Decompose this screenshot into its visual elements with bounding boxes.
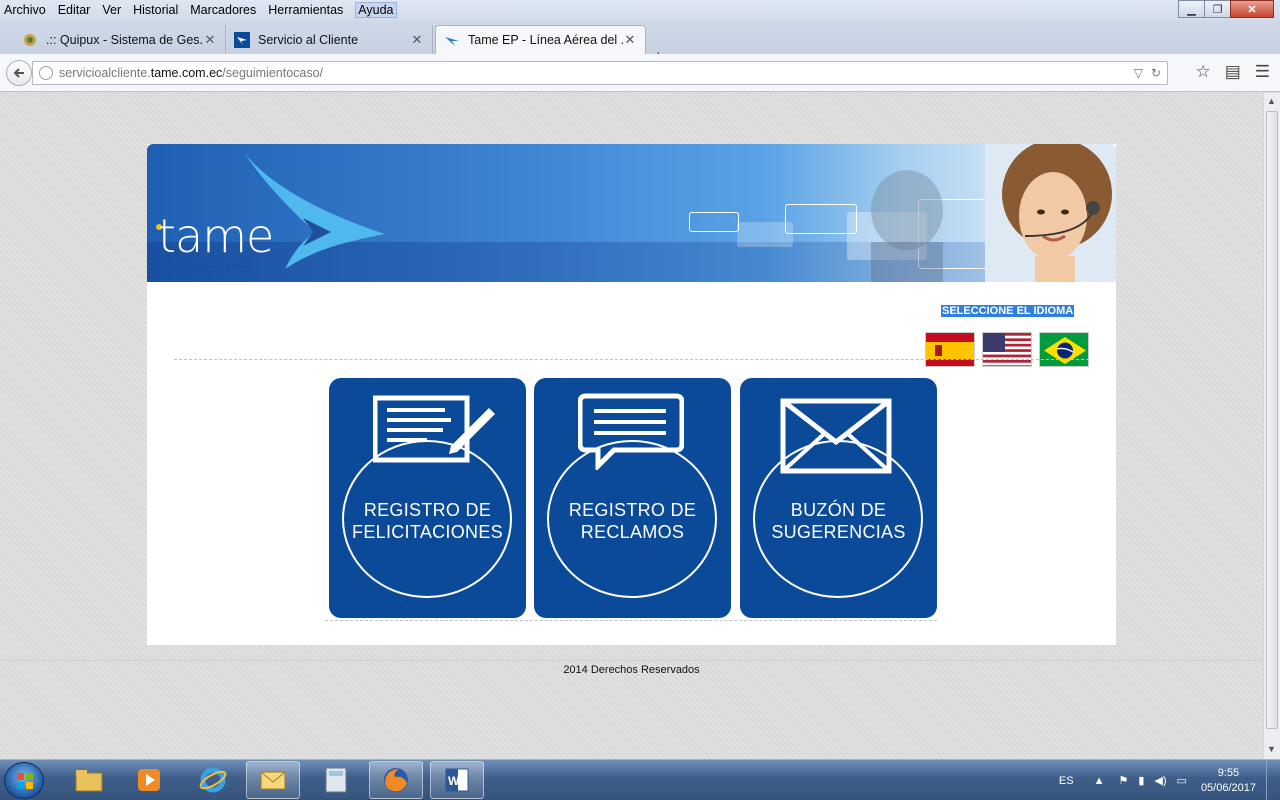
calculator-taskbar-button[interactable] bbox=[309, 761, 363, 799]
clock[interactable]: 9:55 05/06/2017 bbox=[1191, 766, 1266, 796]
tab-servicio[interactable]: Servicio al Cliente ✕ bbox=[226, 25, 433, 54]
volume-icon[interactable]: ◀) bbox=[1154, 774, 1166, 787]
logo-wordmark: tame bbox=[158, 209, 274, 263]
globe-icon bbox=[39, 66, 53, 80]
page-viewport: tame VUELA ECUADOR SELECCIONE EL IDIOMA bbox=[0, 93, 1263, 759]
tame-logo[interactable]: tame VUELA ECUADOR bbox=[155, 154, 395, 274]
firefox-taskbar-button[interactable] bbox=[369, 761, 423, 799]
scroll-up-icon[interactable]: ▲ bbox=[1267, 96, 1276, 106]
hamburger-menu-icon[interactable]: ☰ bbox=[1255, 62, 1270, 82]
content-card: tame VUELA ECUADOR SELECCIONE EL IDIOMA bbox=[147, 144, 1116, 645]
sugerencias-button[interactable]: BUZÓN DE SUGERENCIAS bbox=[740, 378, 937, 618]
menu-editar[interactable]: Editar bbox=[58, 3, 91, 17]
tile-label: REGISTRO DE FELICITACIONES bbox=[352, 500, 503, 542]
outlook-taskbar-button[interactable] bbox=[246, 761, 300, 799]
svg-text:W: W bbox=[448, 774, 460, 788]
url-subdomain: servicioalcliente. bbox=[59, 66, 151, 80]
menu-marcadores[interactable]: Marcadores bbox=[190, 3, 256, 17]
minimize-button[interactable]: ▁ bbox=[1178, 0, 1205, 18]
windows-logo-icon bbox=[17, 773, 33, 789]
felicitaciones-button[interactable]: REGISTRO DE FELICITACIONES bbox=[329, 378, 526, 618]
clock-date: 05/06/2017 bbox=[1200, 781, 1256, 794]
footer-divider bbox=[0, 660, 1263, 661]
ecuador-emblem-icon bbox=[22, 32, 38, 48]
tile-label: BUZÓN DE SUGERENCIAS bbox=[771, 500, 906, 542]
power-icon[interactable]: ▭ bbox=[1177, 774, 1187, 787]
close-window-button[interactable]: ✕ bbox=[1230, 0, 1274, 18]
header-banner: tame VUELA ECUADOR bbox=[147, 144, 1116, 282]
language-prompt: SELECCIONE EL IDIOMA bbox=[941, 305, 1075, 317]
keyboard-language[interactable]: ES bbox=[1059, 775, 1074, 787]
tab-tame-ep[interactable]: Tame EP - Línea Aérea del ... ✕ bbox=[435, 25, 646, 54]
scrollbar-thumb[interactable] bbox=[1266, 111, 1278, 729]
tame-bird-icon bbox=[444, 32, 460, 48]
logo-tagline: VUELA ECUADOR bbox=[165, 260, 255, 271]
divider bbox=[174, 359, 1089, 360]
address-bar[interactable]: servicioalcliente. tame.com.ec/seguimient… bbox=[32, 61, 1168, 85]
menu-historial[interactable]: Historial bbox=[133, 3, 178, 17]
agent-photo-background bbox=[871, 170, 943, 282]
taskbar: W ES ▲ ⚑ ▮ ◀) ▭ 9:55 05/06/2017 bbox=[0, 759, 1280, 800]
menu-archivo[interactable]: Archivo bbox=[4, 3, 46, 17]
brazil-flag-icon[interactable] bbox=[1039, 332, 1089, 367]
start-button[interactable] bbox=[4, 762, 44, 799]
url-path: /seguimientocaso/ bbox=[222, 66, 324, 80]
file-explorer-taskbar-button[interactable] bbox=[62, 761, 116, 799]
clock-time: 9:55 bbox=[1217, 766, 1240, 779]
media-player-icon bbox=[138, 769, 160, 791]
media-player-taskbar-button[interactable] bbox=[122, 761, 176, 799]
back-arrow-icon bbox=[13, 68, 24, 78]
tile-label: REGISTRO DE RECLAMOS bbox=[568, 500, 697, 542]
tame-favicon-icon bbox=[234, 31, 250, 48]
url-host: tame.com.ec bbox=[150, 66, 223, 80]
envelope-icon bbox=[780, 398, 892, 474]
tab-title: Tame EP - Línea Aérea del ... bbox=[468, 33, 623, 47]
show-desktop-button[interactable] bbox=[1266, 760, 1280, 800]
vertical-scrollbar[interactable]: ▲ ▼ bbox=[1263, 93, 1280, 759]
internet-explorer-taskbar-button[interactable] bbox=[186, 761, 240, 799]
menu-ayuda[interactable]: Ayuda bbox=[355, 2, 397, 18]
spain-flag-icon[interactable] bbox=[925, 332, 975, 367]
tab-strip: .:: Quipux - Sistema de Ges... ✕ Servici… bbox=[0, 20, 1280, 67]
navigation-bar: servicioalcliente. tame.com.ec/seguimient… bbox=[0, 54, 1280, 92]
firefox-icon bbox=[384, 768, 408, 792]
usa-flag-icon[interactable] bbox=[982, 332, 1032, 367]
folder-icon bbox=[75, 770, 103, 792]
dropdown-arrow-icon[interactable]: ▽ bbox=[1134, 66, 1143, 80]
system-tray: ES ▲ ⚑ ▮ ◀) ▭ 9:55 05/06/2017 bbox=[1059, 760, 1280, 800]
tab-title: .:: Quipux - Sistema de Ges... bbox=[46, 32, 203, 47]
network-icon[interactable]: ▮ bbox=[1138, 774, 1144, 787]
back-button[interactable] bbox=[6, 60, 32, 86]
internet-explorer-icon bbox=[199, 767, 227, 793]
show-hidden-icons-icon[interactable]: ▲ bbox=[1094, 775, 1105, 787]
close-tab-icon[interactable]: ✕ bbox=[203, 32, 217, 48]
speech-bubble-icon bbox=[578, 393, 684, 470]
close-tab-icon[interactable]: ✕ bbox=[623, 32, 637, 48]
scroll-down-icon[interactable]: ▼ bbox=[1267, 744, 1276, 754]
agent-photo bbox=[985, 144, 1116, 282]
close-tab-icon[interactable]: ✕ bbox=[410, 32, 424, 48]
reclamos-button[interactable]: REGISTRO DE RECLAMOS bbox=[534, 378, 731, 618]
word-icon: W bbox=[445, 768, 469, 792]
divider bbox=[325, 620, 937, 621]
menu-herramientas[interactable]: Herramientas bbox=[268, 3, 343, 17]
action-center-icon[interactable]: ⚑ bbox=[1118, 774, 1128, 787]
tab-title: Servicio al Cliente bbox=[258, 32, 359, 47]
restore-button[interactable]: ❐ bbox=[1204, 0, 1231, 18]
reload-icon[interactable]: ↻ bbox=[1151, 66, 1161, 80]
bookmarks-menu-icon[interactable]: ▤ bbox=[1225, 62, 1241, 82]
footer-text: 2014 Derechos Reservados bbox=[563, 664, 700, 676]
menu-bar: Archivo Editar Ver Historial Marcadores … bbox=[0, 0, 1280, 20]
mail-icon bbox=[260, 771, 286, 790]
word-taskbar-button[interactable]: W bbox=[430, 761, 484, 799]
calculator-icon bbox=[325, 767, 347, 793]
window-controls: ▁ ❐ ✕ bbox=[1178, 0, 1274, 19]
document-pencil-icon bbox=[373, 395, 495, 463]
tab-quipux[interactable]: .:: Quipux - Sistema de Ges... ✕ bbox=[14, 25, 226, 54]
bookmark-star-icon[interactable]: ☆ bbox=[1195, 62, 1210, 82]
menu-ver[interactable]: Ver bbox=[102, 3, 121, 17]
